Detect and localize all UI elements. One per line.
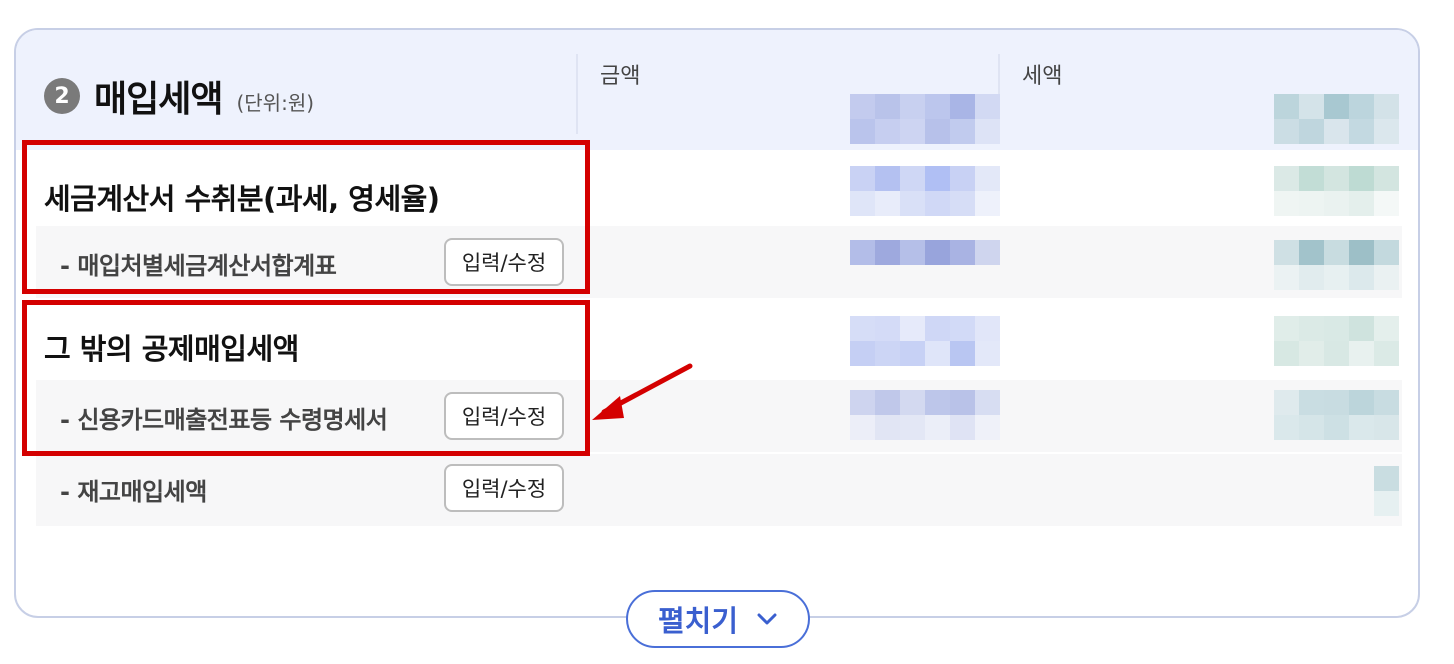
blurred-tax-value: [1274, 166, 1399, 216]
expand-button[interactable]: 펼치기: [626, 590, 810, 648]
blurred-tax-value: [1274, 240, 1399, 290]
blurred-amount-value: [850, 240, 1000, 265]
blurred-amount-value: [850, 390, 1000, 440]
blurred-tax-value: [1274, 390, 1399, 440]
annotation-arrow-icon: [592, 363, 693, 420]
purchase-tax-card: 2 매입세액 (단위:원) 금액 세액 세금계산서 수취분(과세, 영세율) -…: [14, 28, 1420, 618]
edit-button[interactable]: 입력/수정: [444, 464, 564, 512]
section-number-badge: 2: [44, 78, 80, 114]
section-title: 매입세액: [94, 79, 223, 120]
blurred-tax-value: [1374, 466, 1399, 516]
highlight-box-tax-invoice: [22, 140, 590, 294]
list-item: [36, 454, 1402, 526]
unit-label: (단위:원): [236, 90, 315, 115]
highlight-box-credit-card: [22, 300, 590, 456]
blurred-amount-value: [850, 94, 1000, 144]
section-heading: 2 매입세액 (단위:원): [44, 70, 314, 122]
blurred-amount-value: [850, 166, 1000, 216]
blurred-amount-value: [850, 316, 1000, 366]
column-header-tax: 세액: [1022, 64, 1063, 89]
column-divider: [576, 54, 578, 134]
blurred-tax-value: [1274, 316, 1399, 366]
sub-item-label: - 재고매입세액: [60, 478, 207, 506]
expand-button-label: 펼치기: [657, 604, 739, 638]
blurred-tax-value: [1274, 94, 1399, 144]
column-header-amount: 금액: [600, 64, 641, 89]
chevron-down-icon: [756, 607, 778, 631]
